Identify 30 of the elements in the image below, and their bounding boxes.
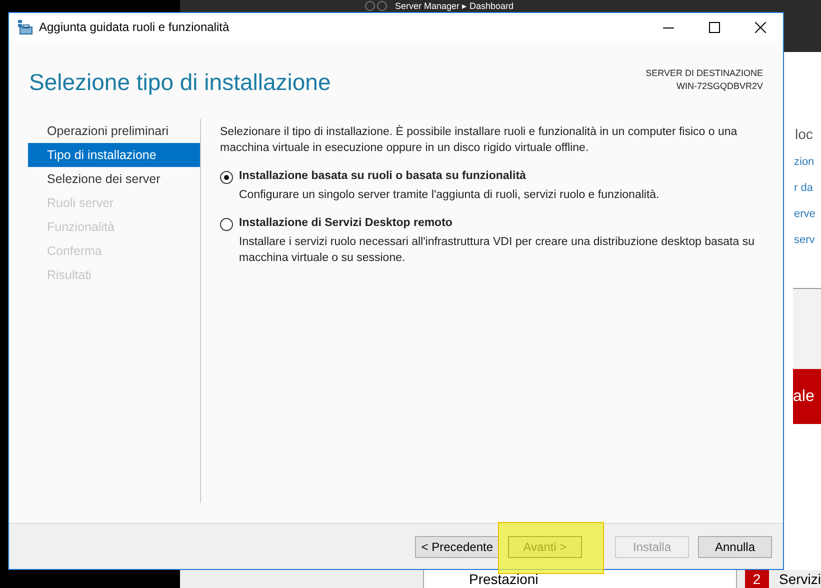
background-text: loc [795,126,814,142]
wizard-step[interactable]: Tipo di installazione [28,143,200,167]
background-text: r da [794,182,814,194]
option-description: Configurare un singolo server tramite l'aggiunta di ruoli, servizi ruolo e funzionalità. [239,188,660,203]
option-label: Installazione di Servizi Desktop remoto [239,216,454,231]
banner-text: ale [793,369,821,424]
app-title: Server Manager ▸ Dashboard [395,1,514,11]
window-title: Aggiunta guidata ruoli e funzionalità [39,20,230,34]
count-badge: 2 [744,570,769,588]
radio-button[interactable] [220,218,233,231]
radio-button[interactable] [220,171,233,184]
close-icon [754,22,766,32]
background-text: zion [794,156,816,168]
destination-label: SERVER DI DESTINAZIONE [646,67,763,80]
option-description: Installare i servizi ruolo necessari all'infrastruttura VDI per creare una distribuzione desktop basata su macchina virtuale o su sessione. [239,235,756,266]
option-label: Installazione basata su ruoli o basata su funzionalità [239,169,527,184]
background-text: serv [794,234,816,246]
wizard-step[interactable]: Operazioni preliminari [28,119,200,143]
page-heading: Selezione tipo di installazione [29,69,331,97]
wizard-button[interactable]: < Precedente [415,536,499,558]
tile-label: Servizi [778,570,821,588]
back-forward-icon [365,1,387,11]
wizard-icon [17,19,33,35]
wizard-step[interactable]: Selezione dei server [28,167,200,191]
maximize-icon [708,22,720,32]
wizard-button[interactable]: Annulla [698,536,772,558]
tile-label: Prestazioni [423,570,737,588]
description-text: Selezionare il tipo di installazione. È possibile installare ruoli e funzionalità in un computer fisico o una macchina virtuale in esecuzione oppure in un disco rigido virtuale offline. [220,124,738,156]
background-text: erve [794,208,816,220]
destination-server: WIN-72SGQDBVR2V [675,80,763,93]
